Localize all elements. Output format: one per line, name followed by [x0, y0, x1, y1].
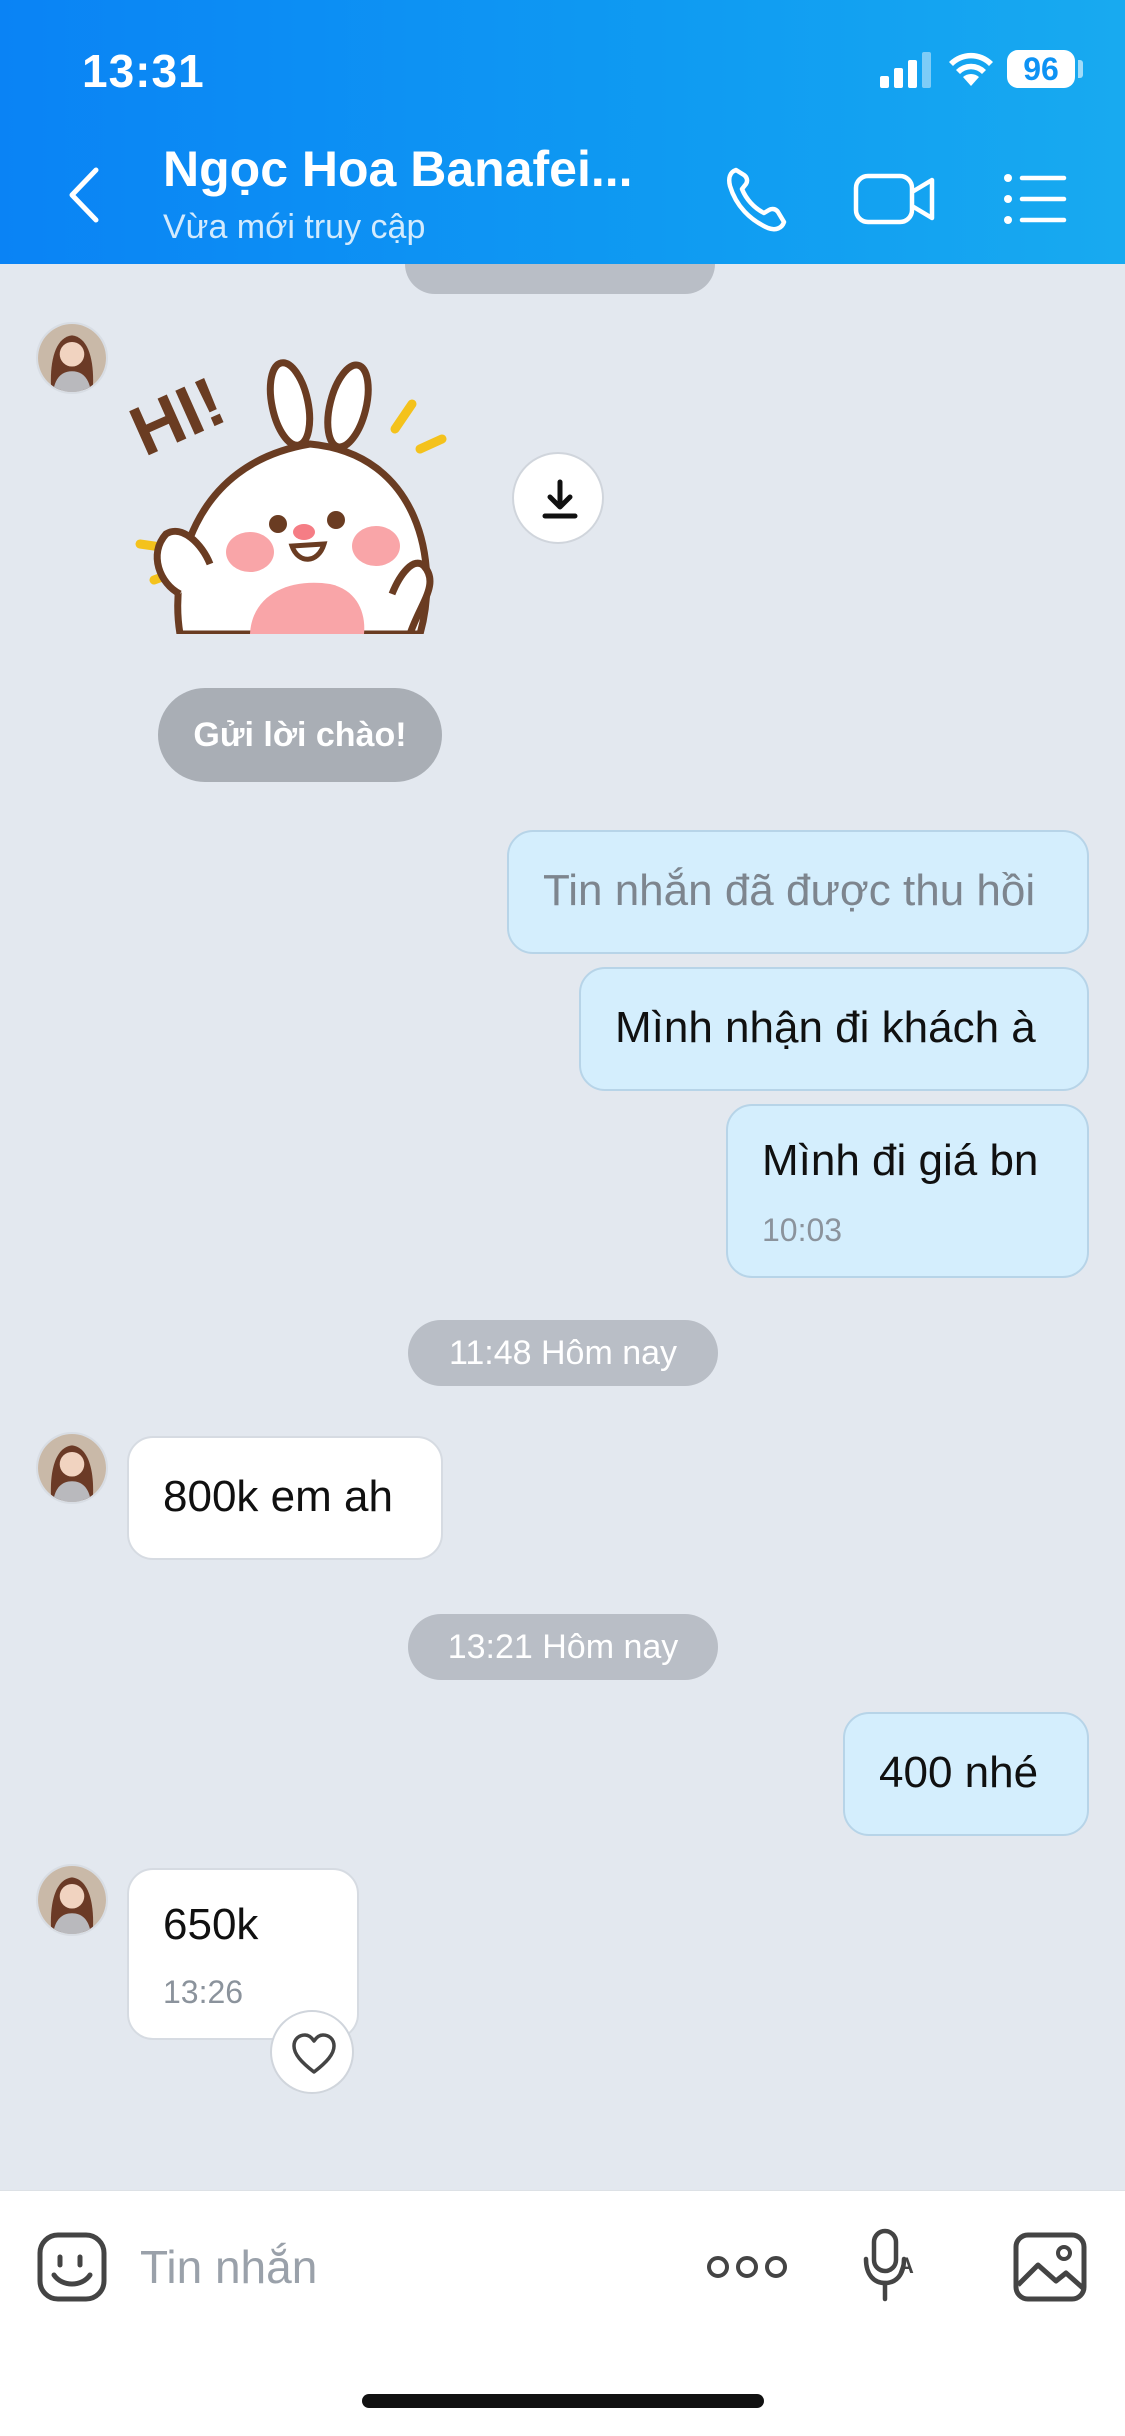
send-greeting-button[interactable]: Gửi lời chào! — [158, 688, 442, 782]
heart-icon — [292, 2033, 336, 2074]
message-text: Mình nhận đi khách à — [615, 1003, 1036, 1052]
battery-indicator: 96 — [1007, 50, 1075, 88]
avatar[interactable] — [36, 1432, 108, 1504]
status-time: 13:31 — [82, 45, 205, 97]
message-time: 10:03 — [762, 1212, 843, 1248]
message-bubble-out[interactable]: 400 nhé — [843, 1712, 1089, 1836]
message-text: 400 nhé — [879, 1748, 1039, 1797]
message-time: 13:26 — [163, 1974, 244, 2010]
message-bubble-out[interactable]: Tin nhắn đã được thu hồi — [507, 830, 1089, 954]
message-text: 650k — [163, 1900, 259, 1949]
contact-status: Vừa mới truy cập — [163, 208, 426, 246]
video-icon[interactable] — [852, 160, 938, 238]
more-icon[interactable] — [706, 2251, 788, 2283]
avatar[interactable] — [36, 1864, 108, 1936]
signal-icon — [880, 52, 931, 88]
emoji-icon[interactable] — [36, 2231, 108, 2303]
time-separator: 13:21 Hôm nay — [408, 1614, 718, 1680]
phone-icon[interactable] — [722, 160, 792, 238]
home-indicator — [362, 2394, 764, 2408]
list-menu-icon[interactable] — [1000, 160, 1070, 238]
battery-cap — [1078, 60, 1083, 78]
back-icon[interactable] — [60, 160, 110, 230]
chat-header: 13:31 96 Ngọc Hoa Banafei... Vừa mới tru… — [0, 0, 1125, 264]
download-button[interactable] — [512, 452, 604, 544]
time-separator: 11:48 Hôm nay — [408, 1320, 718, 1386]
time-separator-partial — [405, 264, 715, 294]
message-text: Mình đi giá bn — [762, 1136, 1039, 1185]
message-text: 800k em ah — [163, 1472, 393, 1521]
contact-name[interactable]: Ngọc Hoa Banafei... — [163, 140, 633, 198]
svg-text:HI!: HI! — [120, 362, 236, 471]
voice-icon[interactable]: A — [862, 2227, 922, 2307]
react-button[interactable] — [270, 2010, 354, 2094]
message-bubble-in[interactable]: 800k em ah — [127, 1436, 443, 1560]
image-icon[interactable] — [1012, 2231, 1088, 2303]
download-icon — [542, 479, 578, 519]
hi-bunny-sticker[interactable]: HI! — [120, 334, 480, 634]
avatar[interactable] — [36, 322, 108, 394]
message-bubble-out[interactable]: Mình đi giá bn 10:03 — [726, 1104, 1089, 1278]
message-bubble-out[interactable]: Mình nhận đi khách à — [579, 967, 1089, 1091]
wifi-icon — [949, 52, 993, 86]
svg-text:A: A — [898, 2253, 914, 2278]
message-text: Tin nhắn đã được thu hồi — [543, 866, 1036, 915]
message-input[interactable] — [140, 2235, 640, 2299]
chat-area[interactable]: HI! Gửi lời chào! Tin nhắn đã được thu h… — [0, 264, 1125, 2190]
